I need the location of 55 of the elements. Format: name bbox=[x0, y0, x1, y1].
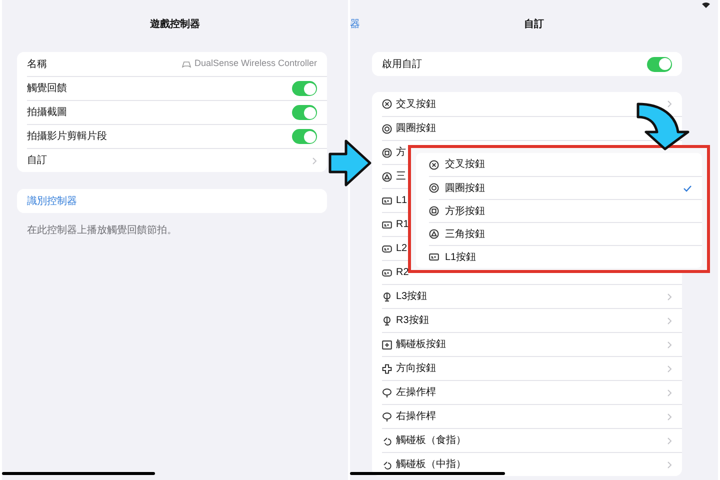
curved-arrow-icon bbox=[636, 102, 690, 150]
bumper-icon bbox=[429, 252, 439, 262]
button-mapping-row[interactable]: L3按鈕 bbox=[382, 284, 682, 308]
customize-row[interactable]: 自訂 bbox=[27, 148, 327, 172]
cross-button-icon bbox=[382, 99, 392, 109]
stick-icon bbox=[382, 316, 392, 326]
gamepad-icon bbox=[182, 60, 192, 68]
toggle-switch[interactable] bbox=[292, 129, 317, 144]
button-mapping-row[interactable]: 交叉按鈕 bbox=[382, 92, 682, 116]
identify-link[interactable]: 識別控制器 bbox=[27, 194, 77, 208]
joystick-icon bbox=[382, 412, 392, 422]
menu-option[interactable]: 三角按鈕 bbox=[429, 222, 702, 245]
arrow-icon bbox=[328, 140, 372, 186]
toggle-switch[interactable] bbox=[292, 81, 317, 96]
row-label: 觸覺回饋 bbox=[27, 82, 67, 96]
square-button-icon bbox=[382, 148, 392, 158]
finger-touch-icon bbox=[382, 436, 392, 446]
button-mapping-row[interactable]: 觸碰板（食指） bbox=[382, 428, 682, 452]
touchpad-icon bbox=[382, 340, 392, 350]
trigger-icon bbox=[382, 244, 392, 254]
menu-option[interactable]: L1按鈕 bbox=[429, 245, 702, 268]
back-link[interactable]: 器 bbox=[350, 16, 360, 32]
circle-button-icon bbox=[382, 124, 392, 134]
row-label: 啟用自訂 bbox=[382, 58, 422, 72]
dpad-icon bbox=[382, 364, 392, 374]
wifi-icon bbox=[702, 2, 710, 8]
trigger-icon bbox=[382, 268, 392, 278]
footnote: 在此控制器上播放觸覺回饋節拍。 bbox=[27, 225, 177, 236]
row-label: 拍攝影片剪輯片段 bbox=[27, 130, 107, 144]
toggle-switch[interactable] bbox=[292, 105, 317, 120]
triangle-button-icon bbox=[429, 229, 439, 239]
bumper-icon bbox=[382, 220, 392, 230]
row-label: 拍攝截圖 bbox=[27, 106, 67, 120]
button-mapping-row[interactable]: 右操作桿 bbox=[382, 404, 682, 428]
screen-title: 遊戲控制器 bbox=[150, 18, 200, 32]
square-button-icon bbox=[429, 206, 439, 216]
menu-option[interactable]: 方形按鈕 bbox=[429, 199, 702, 222]
controller-name: DualSense Wireless Controller bbox=[194, 57, 317, 70]
triangle-button-icon bbox=[382, 172, 392, 182]
row-label: 名稱 bbox=[27, 58, 47, 72]
finger-touch-icon bbox=[382, 460, 392, 470]
button-mapping-row[interactable]: R3按鈕 bbox=[382, 308, 682, 332]
bumper-icon bbox=[382, 196, 392, 206]
menu-option[interactable]: 交叉按鈕 bbox=[429, 153, 702, 176]
stick-icon bbox=[382, 292, 392, 302]
screen-title: 自訂 bbox=[524, 18, 544, 32]
button-mapping-row[interactable]: 左操作桿 bbox=[382, 380, 682, 404]
joystick-icon bbox=[382, 388, 392, 398]
menu-option[interactable]: 圓圈按鈕 bbox=[429, 176, 702, 199]
circle-button-icon bbox=[429, 183, 439, 193]
toggle-switch[interactable] bbox=[647, 56, 672, 72]
chevron-icon bbox=[312, 156, 317, 164]
cross-button-icon bbox=[429, 160, 439, 170]
button-mapping-row[interactable]: 方向按鈕 bbox=[382, 356, 682, 380]
button-mapping-row[interactable]: 觸碰板按鈕 bbox=[382, 332, 682, 356]
